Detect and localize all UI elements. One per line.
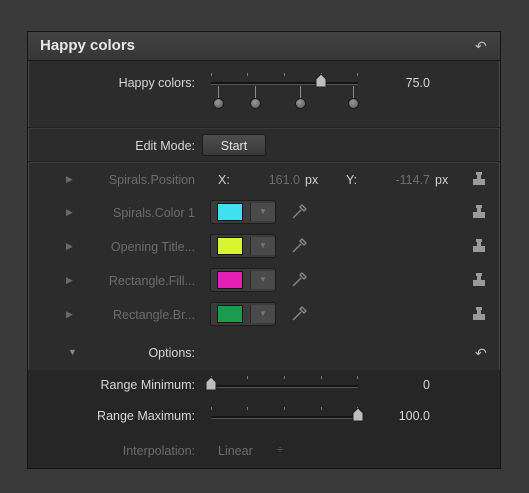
color-swatch[interactable] — [217, 203, 243, 221]
param-row-color-4: ▶ Rectangle.Br... ▼ — [28, 297, 500, 331]
disclosure-triangle-icon[interactable]: ▶ — [66, 241, 73, 252]
tag-knob[interactable] — [213, 98, 224, 109]
param-row-position: ▶ Spirals.Position X: 161.0 px Y: -114.7… — [28, 163, 500, 195]
publish-icon[interactable] — [471, 307, 487, 321]
tag-knob[interactable] — [348, 98, 359, 109]
options-label: Options: — [148, 346, 195, 360]
x-unit: px — [305, 173, 319, 187]
happy-colors-label: Happy colors: — [118, 76, 195, 90]
start-button[interactable]: Start — [202, 134, 266, 156]
edit-mode-label: Edit Mode: — [135, 139, 195, 153]
color-well[interactable]: ▼ — [210, 234, 276, 258]
param-label: Rectangle.Fill... — [108, 274, 195, 288]
tag-stem — [218, 86, 219, 98]
y-label: Y: — [346, 173, 358, 187]
eyedropper-icon[interactable] — [290, 271, 308, 289]
param-label: Rectangle.Br... — [113, 308, 195, 322]
tag-stem — [353, 86, 354, 98]
disclosure-triangle-icon[interactable]: ▶ — [66, 174, 73, 185]
range-max-label: Range Maximum: — [97, 409, 195, 423]
interpolation-popup[interactable]: Linear — [218, 444, 253, 458]
disclosure-triangle-icon[interactable]: ▶ — [66, 275, 73, 286]
color-well[interactable]: ▼ — [210, 200, 276, 224]
y-unit: px — [435, 173, 449, 187]
options-row: ▼ Options: ↶ — [28, 337, 500, 367]
eyedropper-icon[interactable] — [290, 203, 308, 221]
range-max-slider-track[interactable] — [211, 416, 358, 419]
publish-icon[interactable] — [471, 172, 487, 186]
range-max-value[interactable]: 100.0 — [368, 409, 430, 423]
tag-knob[interactable] — [295, 98, 306, 109]
slider-tick — [357, 376, 358, 379]
range-max-slider-thumb[interactable] — [352, 408, 364, 422]
slider-tick — [321, 407, 322, 410]
disclosure-triangle-down-icon[interactable]: ▼ — [68, 347, 77, 357]
color-swatch[interactable] — [217, 305, 243, 323]
disclosure-triangle-icon[interactable]: ▶ — [66, 309, 73, 320]
options-section: Range Minimum: 0 Range Maximum: 100.0 In… — [28, 370, 500, 468]
slider-tick — [211, 407, 212, 410]
range-max-row: Range Maximum: 100.0 — [28, 401, 500, 431]
slider-tick — [321, 376, 322, 379]
happy-colors-row: Happy colors: 75.0 — [28, 60, 500, 128]
disclosure-triangle-icon[interactable]: ▶ — [66, 207, 73, 218]
color-swatch[interactable] — [217, 237, 243, 255]
range-min-row: Range Minimum: 0 — [28, 370, 500, 400]
tag-knob[interactable] — [250, 98, 261, 109]
interpolation-row: Interpolation: Linear ÷ — [28, 438, 500, 464]
slider-tick — [357, 73, 358, 76]
happy-colors-slider-track[interactable] — [211, 82, 358, 85]
param-label: Spirals.Position — [108, 173, 195, 187]
panel-header: Happy colors ↶ — [28, 32, 500, 61]
x-label: X: — [218, 173, 230, 187]
x-value[interactable]: 161.0 — [260, 173, 300, 187]
eyedropper-icon[interactable] — [290, 305, 308, 323]
slider-tick — [247, 407, 248, 410]
slider-tick — [247, 73, 248, 76]
param-row-color-1: ▶ Spirals.Color 1 ▼ — [28, 195, 500, 229]
param-label: Spirals.Color 1 — [113, 206, 195, 220]
slider-tick — [284, 376, 285, 379]
y-value[interactable]: -114.7 — [378, 173, 430, 187]
slider-tick — [211, 73, 212, 76]
happy-colors-value[interactable]: 75.0 — [368, 76, 430, 90]
publish-icon[interactable] — [471, 239, 487, 253]
inspector-panel: Happy colors ↶ Happy colors: 75.0 Edit M… — [27, 31, 501, 469]
color-well[interactable]: ▼ — [210, 302, 276, 326]
slider-tick — [284, 407, 285, 410]
color-swatch[interactable] — [217, 271, 243, 289]
slider-tick — [284, 73, 285, 76]
param-row-color-2: ▶ Opening Title... ▼ — [28, 229, 500, 263]
param-label: Opening Title... — [110, 240, 195, 254]
chevron-down-icon[interactable]: ▼ — [250, 271, 275, 289]
range-min-label: Range Minimum: — [100, 378, 195, 392]
param-row-color-3: ▶ Rectangle.Fill... ▼ — [28, 263, 500, 297]
color-well[interactable]: ▼ — [210, 268, 276, 292]
range-min-slider-thumb[interactable] — [205, 377, 217, 391]
range-min-slider-track[interactable] — [211, 385, 358, 388]
stepper-arrows-icon[interactable]: ÷ — [277, 444, 283, 456]
interpolation-label: Interpolation: — [122, 444, 195, 458]
chevron-down-icon[interactable]: ▼ — [250, 237, 275, 255]
panel-title: Happy colors — [40, 37, 136, 54]
publish-icon[interactable] — [471, 273, 487, 287]
slider-tick — [247, 376, 248, 379]
reset-arrow-icon[interactable]: ↶ — [475, 39, 487, 53]
range-min-value[interactable]: 0 — [368, 378, 430, 392]
tag-stem — [300, 86, 301, 98]
tag-stem — [255, 86, 256, 98]
edit-mode-row: Edit Mode: Start — [28, 129, 500, 161]
chevron-down-icon[interactable]: ▼ — [250, 203, 275, 221]
chevron-down-icon[interactable]: ▼ — [250, 305, 275, 323]
reset-arrow-icon[interactable]: ↶ — [475, 346, 487, 360]
publish-icon[interactable] — [471, 205, 487, 219]
eyedropper-icon[interactable] — [290, 237, 308, 255]
happy-colors-slider-thumb[interactable] — [315, 74, 327, 88]
